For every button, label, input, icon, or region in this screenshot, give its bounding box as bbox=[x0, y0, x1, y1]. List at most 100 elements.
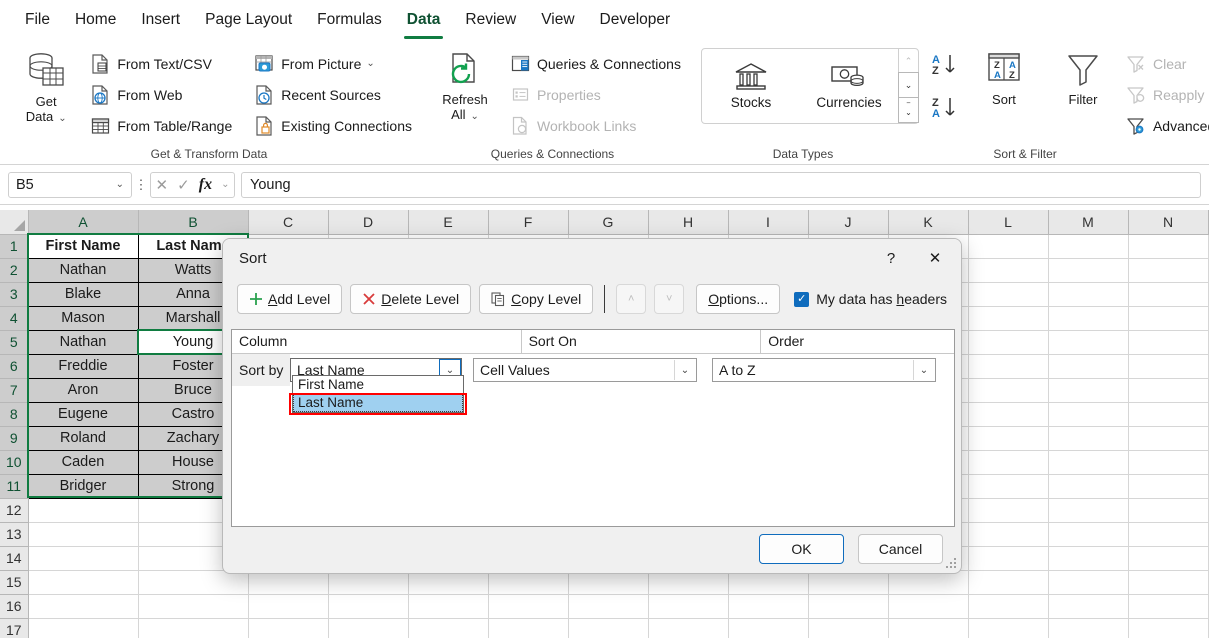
cell-M3[interactable] bbox=[1048, 282, 1129, 307]
cell-L15[interactable] bbox=[968, 570, 1049, 595]
cell-A10[interactable]: Caden bbox=[28, 450, 139, 475]
cell-D17[interactable] bbox=[328, 618, 409, 638]
column-header-d[interactable]: D bbox=[328, 210, 409, 235]
cell-L17[interactable] bbox=[968, 618, 1049, 638]
cell-N4[interactable] bbox=[1128, 306, 1209, 331]
currencies-button[interactable]: Currencies bbox=[800, 49, 898, 123]
row-header-1[interactable]: 1 bbox=[0, 234, 29, 259]
cell-N9[interactable] bbox=[1128, 426, 1209, 451]
cancel-button[interactable]: Cancel bbox=[858, 534, 943, 564]
column-header-c[interactable]: C bbox=[248, 210, 329, 235]
column-header-f[interactable]: F bbox=[488, 210, 569, 235]
name-box[interactable]: B5 ⌄ bbox=[8, 171, 132, 198]
cell-L14[interactable] bbox=[968, 546, 1049, 571]
cell-M16[interactable] bbox=[1048, 594, 1129, 619]
advanced-filter-button[interactable]: Advanced bbox=[1122, 110, 1209, 141]
cell-N15[interactable] bbox=[1128, 570, 1209, 595]
cell-N16[interactable] bbox=[1128, 594, 1209, 619]
cell-A14[interactable] bbox=[28, 546, 139, 571]
cell-H16[interactable] bbox=[648, 594, 729, 619]
cell-L8[interactable] bbox=[968, 402, 1049, 427]
dropdown-option-first-name[interactable]: First Name bbox=[293, 376, 463, 394]
cell-B16[interactable] bbox=[138, 594, 249, 619]
cell-F17[interactable] bbox=[488, 618, 569, 638]
cell-A17[interactable] bbox=[28, 618, 139, 638]
cell-A11[interactable]: Bridger bbox=[28, 474, 139, 499]
add-level-button[interactable]: Add Level bbox=[237, 284, 343, 314]
cell-A15[interactable] bbox=[28, 570, 139, 595]
column-header-h[interactable]: H bbox=[648, 210, 729, 235]
enter-icon[interactable]: ✓ bbox=[177, 176, 190, 194]
cell-L2[interactable] bbox=[968, 258, 1049, 283]
cell-A9[interactable]: Roland bbox=[28, 426, 139, 451]
gallery-scroll-controls[interactable]: ⌃ ⌄ ‾ ⌄ bbox=[897, 49, 919, 123]
cell-N12[interactable] bbox=[1128, 498, 1209, 523]
cell-M12[interactable] bbox=[1048, 498, 1129, 523]
cell-N13[interactable] bbox=[1128, 522, 1209, 547]
row-header-13[interactable]: 13 bbox=[0, 522, 29, 547]
gallery-expand-button[interactable]: ‾ ⌄ bbox=[897, 97, 919, 123]
cell-M2[interactable] bbox=[1048, 258, 1129, 283]
cell-M8[interactable] bbox=[1048, 402, 1129, 427]
formula-bar-overflow-dots[interactable]: ⋮ bbox=[132, 178, 150, 191]
copy-level-button[interactable]: Copy Level bbox=[479, 284, 594, 314]
cell-M17[interactable] bbox=[1048, 618, 1129, 638]
row-header-10[interactable]: 10 bbox=[0, 450, 29, 475]
ribbon-tab-developer[interactable]: Developer bbox=[589, 7, 682, 33]
row-header-9[interactable]: 9 bbox=[0, 426, 29, 451]
cancel-icon[interactable]: ✕ bbox=[156, 176, 169, 194]
cell-L13[interactable] bbox=[968, 522, 1049, 547]
cell-L7[interactable] bbox=[968, 378, 1049, 403]
cell-A6[interactable]: Freddie bbox=[28, 354, 139, 379]
ribbon-tab-file[interactable]: File bbox=[14, 7, 61, 33]
cell-N6[interactable] bbox=[1128, 354, 1209, 379]
cell-H17[interactable] bbox=[648, 618, 729, 638]
cell-A4[interactable]: Mason bbox=[28, 306, 139, 331]
my-data-has-headers-checkbox[interactable]: ✓ My data has headers bbox=[794, 291, 947, 307]
help-button[interactable]: ? bbox=[869, 242, 913, 274]
sort-descending-button[interactable]: Z A bbox=[931, 95, 961, 126]
cell-M7[interactable] bbox=[1048, 378, 1129, 403]
cell-L12[interactable] bbox=[968, 498, 1049, 523]
cell-N17[interactable] bbox=[1128, 618, 1209, 638]
cell-A16[interactable] bbox=[28, 594, 139, 619]
row-header-11[interactable]: 11 bbox=[0, 474, 29, 499]
ribbon-tab-data[interactable]: Data bbox=[396, 7, 452, 39]
get-data-button[interactable]: Get Data ⌄ bbox=[14, 46, 78, 126]
row-header-5[interactable]: 5 bbox=[0, 330, 29, 355]
cell-M5[interactable] bbox=[1048, 330, 1129, 355]
column-header-l[interactable]: L bbox=[968, 210, 1049, 235]
ribbon-tab-insert[interactable]: Insert bbox=[130, 7, 191, 33]
cell-A13[interactable] bbox=[28, 522, 139, 547]
cell-M11[interactable] bbox=[1048, 474, 1129, 499]
cell-M10[interactable] bbox=[1048, 450, 1129, 475]
row-header-16[interactable]: 16 bbox=[0, 594, 29, 619]
column-header-b[interactable]: B bbox=[138, 210, 249, 235]
row-header-2[interactable]: 2 bbox=[0, 258, 29, 283]
refresh-all-button[interactable]: Refresh All ⌄ bbox=[432, 46, 498, 124]
cell-L11[interactable] bbox=[968, 474, 1049, 499]
chevron-down-icon[interactable]: ⌄ bbox=[221, 179, 229, 190]
cell-E16[interactable] bbox=[408, 594, 489, 619]
row-header-15[interactable]: 15 bbox=[0, 570, 29, 595]
sort-ascending-button[interactable]: A Z bbox=[931, 52, 961, 83]
cell-J17[interactable] bbox=[808, 618, 889, 638]
cell-N7[interactable] bbox=[1128, 378, 1209, 403]
column-header-i[interactable]: I bbox=[728, 210, 809, 235]
row-header-12[interactable]: 12 bbox=[0, 498, 29, 523]
cell-K17[interactable] bbox=[888, 618, 969, 638]
cell-M14[interactable] bbox=[1048, 546, 1129, 571]
cell-M4[interactable] bbox=[1048, 306, 1129, 331]
select-all-corner[interactable] bbox=[0, 210, 29, 235]
ribbon-tab-review[interactable]: Review bbox=[454, 7, 527, 33]
row-header-4[interactable]: 4 bbox=[0, 306, 29, 331]
cell-A2[interactable]: Nathan bbox=[28, 258, 139, 283]
cell-C16[interactable] bbox=[248, 594, 329, 619]
formula-input[interactable]: Young bbox=[241, 171, 1201, 198]
ribbon-tab-view[interactable]: View bbox=[530, 7, 585, 33]
cell-A7[interactable]: Aron bbox=[28, 378, 139, 403]
column-header-n[interactable]: N bbox=[1128, 210, 1209, 235]
cell-L9[interactable] bbox=[968, 426, 1049, 451]
ribbon-tab-page-layout[interactable]: Page Layout bbox=[194, 7, 303, 33]
sort-on-combobox[interactable]: Cell Values ⌄ bbox=[473, 358, 697, 382]
